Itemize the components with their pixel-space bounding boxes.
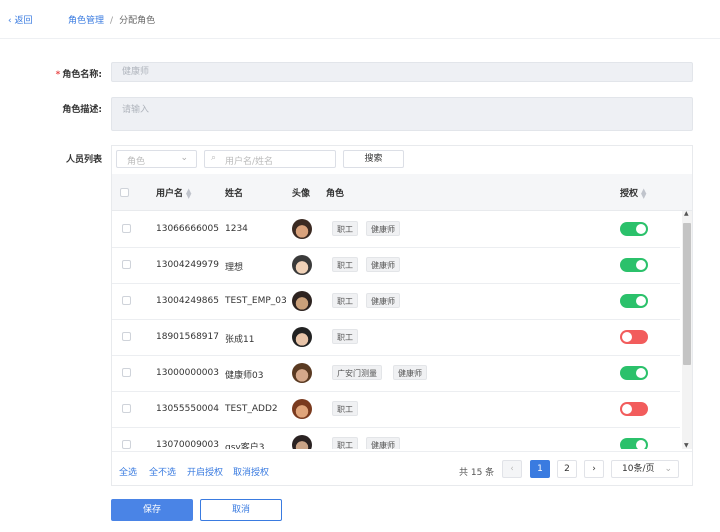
role-filter-select[interactable]: 角色 ⌄ bbox=[116, 150, 197, 168]
chevron-down-icon: ⌄ bbox=[664, 464, 672, 474]
name-cell: TEST_EMP_03 bbox=[225, 296, 287, 306]
row-checkbox[interactable] bbox=[122, 368, 131, 377]
enable-auth-link[interactable]: 开启授权 bbox=[187, 465, 223, 478]
name-cell: 1234 bbox=[225, 224, 248, 234]
authorize-toggle[interactable] bbox=[620, 438, 648, 449]
select-none-link[interactable]: 全不选 bbox=[149, 465, 176, 478]
disable-auth-link[interactable]: 取消授权 bbox=[233, 465, 269, 478]
row-checkbox[interactable] bbox=[122, 224, 131, 233]
table-row[interactable]: 13004249979 理想 职工 健康师 bbox=[112, 247, 680, 284]
prev-page-button[interactable]: ‹ bbox=[502, 460, 522, 478]
name-cell: qsy客户3 bbox=[225, 443, 265, 449]
col-name: 姓名 bbox=[225, 189, 244, 199]
name-cell: 健康师03 bbox=[225, 371, 264, 381]
username-cell: 13066666005 bbox=[156, 224, 219, 234]
page-size-select[interactable]: 10条/页 ⌄ bbox=[611, 460, 679, 478]
avatar bbox=[292, 219, 312, 239]
back-label: 返回 bbox=[14, 16, 33, 26]
search-input[interactable]: ⌕ 用户名/姓名 bbox=[204, 150, 336, 168]
name-cell: 张成11 bbox=[225, 335, 255, 345]
breadcrumb-assign-role: 分配角色 bbox=[119, 16, 156, 26]
role-desc-label: 角色描述: bbox=[62, 105, 102, 115]
row-checkbox[interactable] bbox=[122, 260, 131, 269]
avatar bbox=[292, 327, 312, 347]
avatar bbox=[292, 435, 312, 449]
authorize-toggle[interactable] bbox=[620, 366, 648, 380]
role-tag: 广安门测量 bbox=[332, 365, 382, 380]
avatar bbox=[292, 291, 312, 311]
authorize-toggle[interactable] bbox=[620, 330, 648, 344]
role-desc-textarea[interactable]: 请输入 bbox=[111, 97, 693, 131]
col-authorized[interactable]: 授权 ▲ ▼ bbox=[620, 186, 646, 199]
row-checkbox[interactable] bbox=[122, 404, 131, 413]
col-username[interactable]: 用户名 ▲ ▼ bbox=[156, 186, 191, 199]
breadcrumb: 角色管理 / 分配角色 bbox=[68, 16, 156, 26]
table-row[interactable]: 13055550004 TEST_ADD2 职工 bbox=[112, 391, 680, 428]
role-tag: 职工 bbox=[332, 437, 358, 449]
select-all-link[interactable]: 全选 bbox=[119, 465, 137, 478]
avatar bbox=[292, 399, 312, 419]
save-button[interactable]: 保存 bbox=[111, 499, 193, 521]
table-header: 用户名 ▲ ▼ 姓名 头像 角色 授权 ▲ ▼ bbox=[112, 174, 692, 211]
vertical-scrollbar[interactable]: ▲ ▼ bbox=[682, 210, 692, 449]
chevron-down-icon: ⌄ bbox=[180, 153, 188, 163]
table-row[interactable]: 13070009003 qsy客户3 职工 健康师 bbox=[112, 427, 680, 449]
table-row[interactable]: 13004249865 TEST_EMP_03 职工 健康师 bbox=[112, 283, 680, 320]
role-tag: 健康师 bbox=[366, 257, 400, 272]
table-body: 13066666005 1234 职工 健康师 13004249979 理想 职工 健康师 13… bbox=[112, 211, 680, 449]
row-checkbox[interactable] bbox=[122, 440, 131, 449]
username-cell: 13000000003 bbox=[156, 368, 219, 378]
sort-icon: ▲ ▼ bbox=[641, 186, 647, 200]
chevron-left-icon: ‹ bbox=[510, 464, 514, 474]
role-tag: 职工 bbox=[332, 257, 358, 272]
search-icon: ⌕ bbox=[211, 153, 217, 163]
role-tag: 健康师 bbox=[393, 365, 427, 380]
role-tag: 职工 bbox=[332, 329, 358, 344]
table-row[interactable]: 13066666005 1234 职工 健康师 bbox=[112, 211, 680, 248]
role-tag: 健康师 bbox=[366, 437, 400, 449]
search-button[interactable]: 搜索 bbox=[343, 150, 404, 168]
name-cell: TEST_ADD2 bbox=[225, 404, 278, 414]
role-tag: 职工 bbox=[332, 293, 358, 308]
username-cell: 13004249979 bbox=[156, 260, 219, 270]
role-name-field[interactable]: 健康师 bbox=[111, 62, 693, 82]
authorize-toggle[interactable] bbox=[620, 402, 648, 416]
table-footer: 全选 全不选 开启授权 取消授权 共 15 条 ‹ 1 2 › 10条/页 ⌄ bbox=[112, 451, 692, 486]
table-row[interactable]: 13000000003 健康师03 广安门测量 健康师 bbox=[112, 355, 680, 392]
top-bar: ‹ 返回 角色管理 / 分配角色 bbox=[0, 0, 720, 39]
breadcrumb-role-management[interactable]: 角色管理 bbox=[68, 16, 104, 26]
role-tag: 健康师 bbox=[366, 221, 400, 236]
avatar bbox=[292, 255, 312, 275]
role-tag: 职工 bbox=[332, 221, 358, 236]
username-cell: 18901568917 bbox=[156, 332, 219, 342]
role-name-label: * 角色名称: bbox=[55, 70, 102, 80]
authorize-toggle[interactable] bbox=[620, 294, 648, 308]
next-page-button[interactable]: › bbox=[584, 460, 604, 478]
username-cell: 13055550004 bbox=[156, 404, 219, 414]
total-count: 共 15 条 bbox=[459, 468, 495, 478]
row-checkbox[interactable] bbox=[122, 296, 131, 305]
members-panel: 角色 ⌄ ⌕ 用户名/姓名 搜索 用户名 ▲ ▼ 姓名 头像 角色 授权 ▲ ▼ 130… bbox=[111, 145, 693, 486]
table-row[interactable]: 18901568917 张成11 职工 bbox=[112, 319, 680, 356]
members-label: 人员列表 bbox=[65, 155, 102, 165]
role-tag: 健康师 bbox=[366, 293, 400, 308]
page-2-button[interactable]: 2 bbox=[557, 460, 577, 478]
authorize-toggle[interactable] bbox=[620, 258, 648, 272]
col-avatar: 头像 bbox=[292, 189, 311, 199]
page-1-button[interactable]: 1 bbox=[530, 460, 550, 478]
cancel-button[interactable]: 取消 bbox=[200, 499, 282, 521]
scrollbar-thumb[interactable] bbox=[683, 223, 691, 365]
name-cell: 理想 bbox=[225, 263, 244, 273]
authorize-toggle[interactable] bbox=[620, 222, 648, 236]
username-cell: 13070009003 bbox=[156, 440, 219, 449]
username-cell: 13004249865 bbox=[156, 296, 219, 306]
col-role: 角色 bbox=[326, 189, 345, 199]
chevron-right-icon: › bbox=[592, 464, 596, 474]
role-tag: 职工 bbox=[332, 401, 358, 416]
back-link[interactable]: ‹ 返回 bbox=[8, 13, 32, 26]
avatar bbox=[292, 363, 312, 383]
sort-icon: ▲ ▼ bbox=[186, 186, 192, 200]
row-checkbox[interactable] bbox=[122, 332, 131, 341]
select-all-checkbox[interactable] bbox=[120, 188, 129, 197]
